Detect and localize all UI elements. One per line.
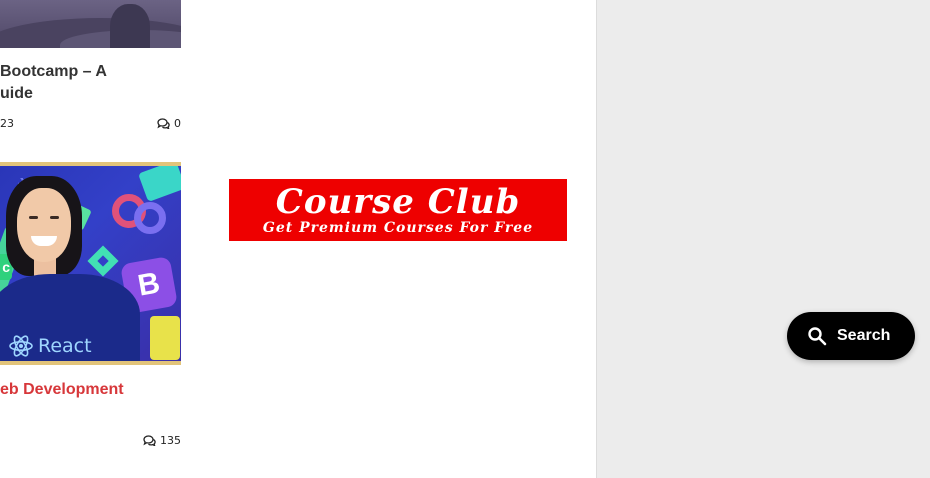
post-thumbnail[interactable]	[0, 0, 181, 48]
post-meta: 23 0	[0, 117, 181, 131]
thumbnail-shape	[134, 202, 166, 234]
post-date: 23	[0, 117, 14, 130]
comment-count-value: 135	[160, 434, 181, 447]
banner-title: Course Club	[275, 182, 521, 222]
search-icon	[808, 327, 827, 346]
bootstrap-letter: B	[135, 266, 163, 303]
thumbnail-shape	[138, 166, 181, 202]
thumbnail-shape	[110, 4, 150, 48]
react-logo: React	[8, 334, 92, 358]
person-face	[17, 188, 71, 262]
comment-count[interactable]: 135	[143, 434, 181, 447]
post-meta: 135	[0, 434, 181, 448]
react-text: React	[38, 335, 92, 357]
comments-icon	[157, 118, 170, 129]
banner-subtitle: Get Premium Courses For Free	[262, 220, 534, 236]
post-title[interactable]: Bootcamp – A uide	[0, 61, 150, 105]
react-icon	[9, 335, 33, 357]
sidebar-panel	[596, 0, 930, 478]
course-club-banner[interactable]: Course Club Get Premium Courses For Free	[229, 179, 567, 241]
search-label: Search	[837, 327, 891, 344]
comments-icon	[143, 435, 156, 446]
comment-count[interactable]: 0	[157, 117, 181, 130]
person-eye	[50, 216, 59, 219]
thumbnail-shape	[150, 316, 180, 360]
post-thumbnail[interactable]: B c React	[0, 162, 181, 365]
search-button[interactable]: Search	[787, 312, 915, 360]
comment-count-value: 0	[174, 117, 181, 130]
post-title[interactable]: eb Development	[0, 379, 181, 401]
person-eye	[29, 216, 38, 219]
